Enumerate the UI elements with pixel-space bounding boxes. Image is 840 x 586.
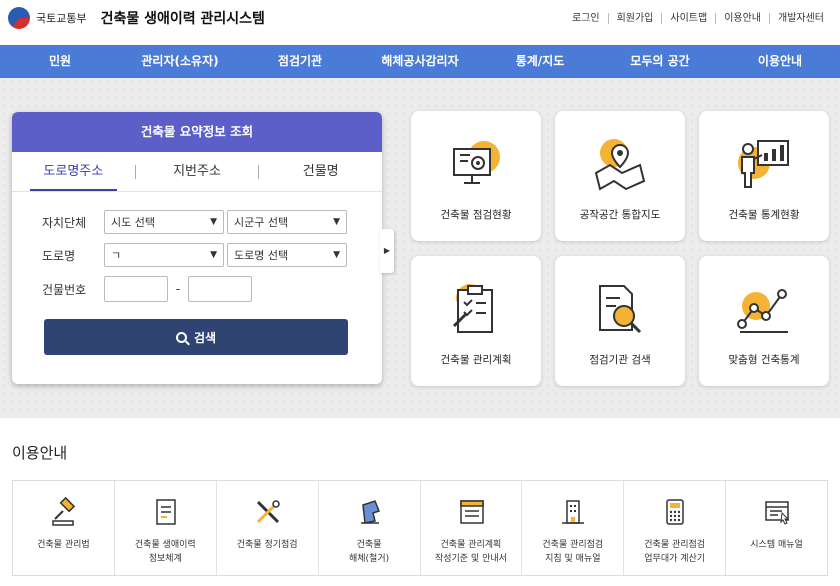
sigungu-select[interactable]: 시군구 선택 ▼ <box>227 210 347 234</box>
nav-inspection-agency[interactable]: 점검기관 <box>240 45 360 78</box>
developer-center-link[interactable]: 개발자센터 <box>769 13 832 24</box>
sigungu-select-value: 시군구 선택 <box>234 216 289 229</box>
nav-demolition-supervisor[interactable]: 해체공사감리자 <box>360 45 480 78</box>
tile-management-plan[interactable]: 건축물 관리계획 <box>411 256 541 386</box>
tile-agency-search[interactable]: 점검기관 검색 <box>555 256 685 386</box>
nav-public-space[interactable]: 모두의 공간 <box>600 45 720 78</box>
main-nav: 민원 관리자(소유자) 점검기관 해체공사감리자 통계/지도 모두의 공간 이용… <box>0 45 840 78</box>
government-emblem-icon <box>8 7 30 29</box>
search-button-label: 검색 <box>193 330 217 345</box>
building-sub-number-input[interactable] <box>188 276 252 302</box>
tile-building-statistics[interactable]: 건축물 통계현황 <box>699 111 829 241</box>
form-icon <box>459 500 484 524</box>
monitor-gear-icon <box>453 141 500 184</box>
chevron-down-icon: ▼ <box>210 250 217 260</box>
number-separator: - <box>175 282 181 296</box>
chevron-down-icon: ▼ <box>333 217 340 227</box>
utility-links: 로그인 회원가입 사이트맵 이용안내 개발자센터 <box>564 13 832 24</box>
initial-consonant-value: ㄱ <box>111 249 122 262</box>
chevron-down-icon: ▼ <box>333 250 340 260</box>
guide-building-law-label: 건축물 관리법 <box>37 540 90 550</box>
chevron-down-icon: ▼ <box>210 217 217 227</box>
road-row: 도로명 ㄱ ▼ 도로명 선택 ▼ <box>42 243 350 267</box>
road-label: 도로명 <box>42 248 76 263</box>
line-graph-icon <box>737 289 788 333</box>
sido-select[interactable]: 시도 선택 ▼ <box>104 210 224 234</box>
search-panel-title: 건축물 요약정보 조회 <box>12 112 382 152</box>
tile-spatial-map-label: 공작공간 통합지도 <box>579 209 661 221</box>
road-name-select[interactable]: 도로명 선택 ▼ <box>227 243 347 267</box>
sido-select-value: 시도 선택 <box>111 216 155 229</box>
building-main-number-input[interactable] <box>104 276 168 302</box>
guide-building-law[interactable]: 건축물 관리법 <box>13 481 114 575</box>
signup-link[interactable]: 회원가입 <box>607 13 662 24</box>
tile-building-statistics-label: 건축물 통계현황 <box>728 209 800 221</box>
guide-link[interactable]: 이용안내 <box>715 13 769 24</box>
region-label: 자치단체 <box>42 215 87 230</box>
guide-system-manual-label: 시스템 매뉴얼 <box>750 540 803 550</box>
guide-regular-inspection-label: 건축물 정기점검 <box>236 540 298 550</box>
calculator-icon <box>666 499 684 525</box>
building-number-row: 건물번호 - <box>42 276 252 302</box>
panel-toggle-arrow-icon[interactable]: ▶ <box>380 229 394 273</box>
document-icon <box>156 499 176 525</box>
guide-lifecycle-system-label: 건축물 생애이력 정보체계 <box>134 540 196 564</box>
usage-guide-list: 건축물 관리법 건축물 생애이력 정보체계 건축물 정기점검 건축물 해체(철거… <box>12 480 828 576</box>
tile-management-plan-label: 건축물 관리계획 <box>440 354 512 366</box>
tile-agency-search-label: 점검기관 검색 <box>589 354 651 366</box>
address-type-tabs: 도로명주소 지번주소 건물명 <box>12 152 382 192</box>
guide-regular-inspection[interactable]: 건축물 정기점검 <box>215 481 318 575</box>
nav-civil-petition[interactable]: 민원 <box>0 45 120 78</box>
search-icon <box>175 331 187 343</box>
system-title: 건축물 생애이력 관리시스템 <box>100 11 265 27</box>
tile-custom-statistics[interactable]: 맞춤형 건축통계 <box>699 256 829 386</box>
tile-inspection-status[interactable]: 건축물 점검현황 <box>411 111 541 241</box>
nav-statistics-map[interactable]: 통계/지도 <box>480 45 600 78</box>
clipboard-pen-icon <box>452 284 493 333</box>
building-icon <box>562 500 585 524</box>
guide-system-manual[interactable]: 시스템 매뉴얼 <box>725 481 827 575</box>
gavel-icon <box>52 497 76 526</box>
guide-plan-criteria[interactable]: 건축물 관리계획 작성기준 및 안내서 <box>419 481 522 575</box>
demolition-icon <box>360 500 380 524</box>
sitemap-link[interactable]: 사이트맵 <box>661 13 715 24</box>
manual-window-icon <box>765 501 790 525</box>
nav-usage-guide[interactable]: 이용안내 <box>720 45 840 78</box>
login-link[interactable]: 로그인 <box>564 13 608 24</box>
building-number-label: 건물번호 <box>42 282 87 297</box>
tab-road-address[interactable]: 도로명주소 <box>12 152 135 191</box>
ministry-name: 국토교통부 <box>36 12 87 25</box>
tile-spatial-map[interactable]: 공작공간 통합지도 <box>555 111 685 241</box>
region-row: 자치단체 시도 선택 ▼ 시군구 선택 ▼ <box>42 210 350 234</box>
initial-consonant-select[interactable]: ㄱ ▼ <box>104 243 224 267</box>
nav-manager-owner[interactable]: 관리자(소유자) <box>120 45 240 78</box>
guide-lifecycle-system[interactable]: 건축물 생애이력 정보체계 <box>113 481 216 575</box>
guide-fee-calculator[interactable]: 건축물 관리점검 업무대가 계산기 <box>623 481 725 575</box>
tab-building-name[interactable]: 건물명 <box>259 152 382 191</box>
presenter-chart-icon <box>738 140 789 188</box>
guide-inspection-manual[interactable]: 건축물 관리점검 지침 및 매뉴얼 <box>521 481 623 575</box>
tile-custom-statistics-label: 맞춤형 건축통계 <box>728 354 800 366</box>
tile-inspection-status-label: 건축물 점검현황 <box>440 209 512 221</box>
usage-guide-title: 이용안내 <box>12 444 68 462</box>
guide-plan-criteria-label: 건축물 관리계획 작성기준 및 안내서 <box>434 540 507 564</box>
guide-fee-calculator-label: 건축물 관리점검 업무대가 계산기 <box>644 540 706 564</box>
guide-demolition[interactable]: 건축물 해체(철거) <box>317 481 420 575</box>
guide-demolition-label: 건축물 해체(철거) <box>348 540 390 564</box>
map-pin-icon <box>594 139 646 191</box>
site-logo[interactable]: 국토교통부 건축물 생애이력 관리시스템 <box>8 7 265 29</box>
search-button[interactable]: 검색 <box>44 319 348 355</box>
road-name-select-value: 도로명 선택 <box>234 249 289 262</box>
guide-inspection-manual-label: 건축물 관리점검 지침 및 매뉴얼 <box>542 540 604 564</box>
tab-lot-address[interactable]: 지번주소 <box>136 152 259 191</box>
building-summary-search-panel: 건축물 요약정보 조회 도로명주소 지번주소 건물명 자치단체 시도 선택 ▼ … <box>12 112 382 384</box>
document-search-icon <box>599 285 642 334</box>
top-header: 국토교통부 건축물 생애이력 관리시스템 로그인 회원가입 사이트맵 이용안내 … <box>0 0 840 45</box>
tools-icon <box>256 500 280 524</box>
